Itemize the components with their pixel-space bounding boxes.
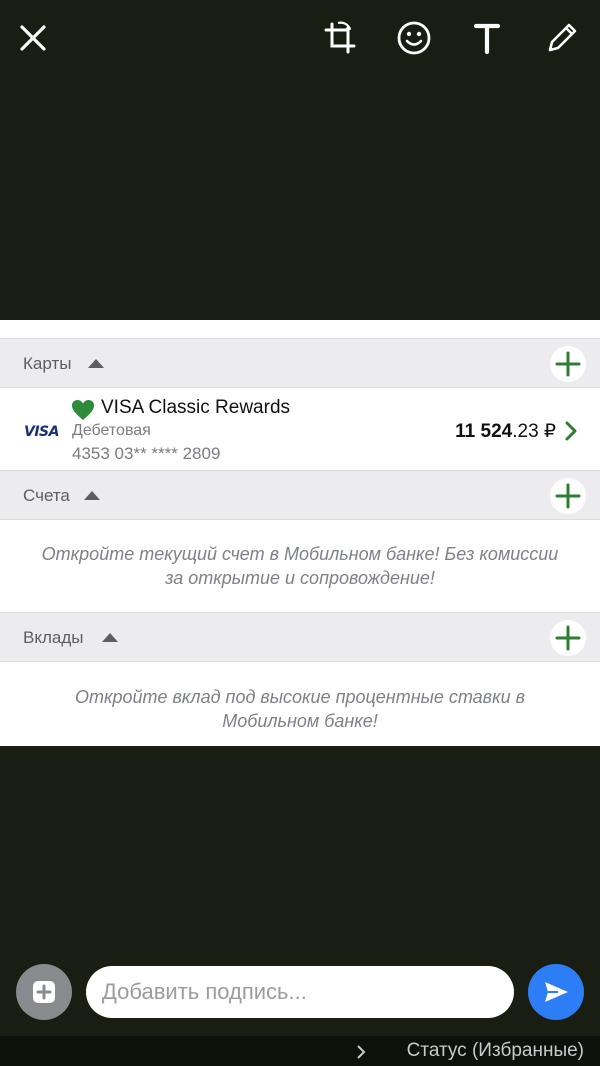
card-balance: 11 524.23 ₽: [455, 420, 556, 443]
chevron-right-icon: [357, 1045, 366, 1059]
status-recipient-bar[interactable]: Статус (Избранные): [0, 1036, 600, 1066]
accounts-promo-text: Откройте текущий счет в Мобильном банке!…: [41, 544, 559, 588]
emoji-icon[interactable]: [394, 18, 434, 58]
add-deposit-button[interactable]: [550, 620, 586, 656]
caption-input[interactable]: [86, 966, 514, 1018]
add-media-button[interactable]: [16, 964, 72, 1020]
cards-section-header[interactable]: Карты: [0, 338, 600, 388]
card-row[interactable]: VISA VISA Classic Rewards Дебетовая 4353…: [0, 390, 600, 471]
card-number: 4353 03** **** 2809: [72, 444, 221, 463]
status-recipient-label: Статус (Избранные): [406, 1040, 584, 1061]
card-type: Дебетовая: [72, 422, 151, 439]
plus-icon: [555, 351, 581, 377]
collapse-caret-icon: [84, 491, 100, 500]
chevron-right-icon[interactable]: [564, 420, 578, 442]
caption-composer: [0, 960, 600, 1024]
pencil-icon[interactable]: [542, 18, 582, 58]
add-account-button[interactable]: [550, 478, 586, 514]
cards-section-title: Карты: [23, 354, 72, 373]
accounts-section-header[interactable]: Счета: [0, 470, 600, 520]
collapse-caret-icon: [102, 633, 118, 642]
heart-icon: [72, 400, 94, 420]
deposits-section-title: Вклады: [23, 628, 84, 647]
visa-logo: VISA: [24, 424, 59, 440]
add-media-icon: [33, 981, 55, 1003]
send-icon: [545, 982, 568, 1002]
send-button[interactable]: [528, 964, 584, 1020]
plus-icon: [555, 483, 581, 509]
card-name: VISA Classic Rewards: [101, 397, 291, 418]
plus-icon: [555, 625, 581, 651]
deposits-promo-text: Откройте вклад под высокие процентные ст…: [75, 687, 525, 731]
collapse-caret-icon: [88, 359, 104, 368]
text-icon[interactable]: [467, 18, 507, 58]
deposits-section-header[interactable]: Вклады: [0, 612, 600, 662]
crop-rotate-icon[interactable]: [320, 18, 360, 58]
banking-screenshot: Карты VISA VISA Classic Rewards Дебетова…: [0, 320, 600, 746]
card-balance-integer: 11 524: [455, 421, 513, 442]
card-balance-fraction: .23 ₽: [512, 421, 556, 442]
accounts-section-title: Счета: [23, 486, 70, 505]
editor-toolbar: [0, 0, 600, 80]
add-card-button[interactable]: [550, 346, 586, 382]
close-icon[interactable]: [13, 18, 53, 58]
